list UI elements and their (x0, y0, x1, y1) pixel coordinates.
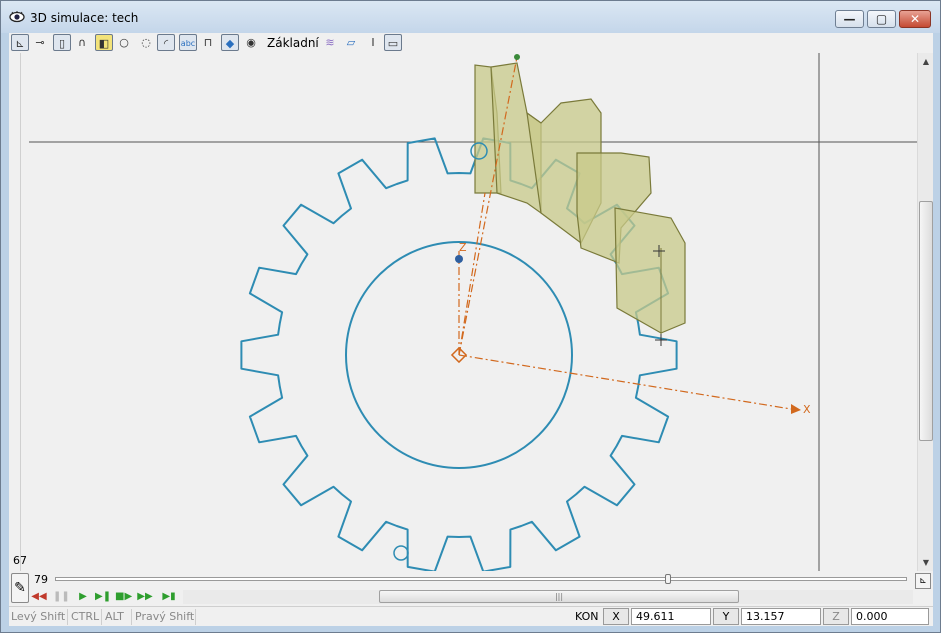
separator (101, 609, 102, 625)
horizontal-scrollbar[interactable]: ||| (183, 590, 913, 604)
solid-icon[interactable]: ◆ (221, 34, 239, 51)
play-to-end-icon[interactable]: ▶▮ (161, 589, 177, 605)
mode-indicator: KON (575, 610, 599, 623)
fast-forward-icon[interactable]: ▶▶ (137, 589, 153, 605)
x-coord-value: 49.611 (631, 608, 711, 625)
minimize-button[interactable]: — (835, 10, 864, 28)
text-icon[interactable]: abc (179, 34, 197, 51)
stock-icon[interactable]: ◧ (95, 34, 113, 51)
tool-path-icon[interactable]: ∩ (73, 34, 91, 51)
timeline-track[interactable] (55, 577, 907, 581)
simulation-window: 3D simulace: tech — ▢ ✕ ⊾ ⊸ ▯ ∩ ◧ ○ ◌ ◜ … (0, 0, 941, 633)
vertical-ruler[interactable] (9, 53, 21, 573)
tool-tip-point (514, 54, 520, 60)
layers-icon[interactable]: ≋ (321, 34, 339, 51)
scroll-down-icon[interactable]: ▼ (919, 556, 933, 570)
key-right-shift: Pravý Shift (135, 610, 195, 623)
marker-circle (393, 545, 409, 561)
vertical-scroll-thumb[interactable] (919, 201, 933, 441)
ruler-toggle-icon[interactable]: ⊾ (915, 573, 931, 589)
close-icon: ✕ (909, 12, 921, 26)
client-area: X Z ▲ ▼ (9, 53, 933, 573)
pin-icon[interactable]: ⊸ (31, 34, 49, 51)
scroll-up-icon[interactable]: ▲ (919, 55, 933, 69)
axis-x-label: X (803, 403, 811, 416)
separator (67, 609, 68, 625)
play-icon[interactable]: ▶ (75, 589, 91, 605)
title-bar[interactable]: 3D simulace: tech — ▢ ✕ (1, 1, 940, 33)
timeline-slider[interactable] (665, 574, 672, 584)
step-forward-icon[interactable]: ▶❚ (95, 589, 111, 605)
axis-point (455, 255, 463, 263)
eye-icon (9, 11, 25, 23)
maximize-button[interactable]: ▢ (867, 10, 896, 28)
minimize-icon: — (843, 12, 856, 26)
fast-play-icon[interactable]: ■▶ (115, 589, 132, 605)
separator (195, 609, 196, 625)
circle-icon[interactable]: ○ (115, 34, 133, 51)
box-icon[interactable]: ▱ (342, 34, 360, 51)
playback-panel: ✎ 79 ⊾ ◀◀ ❚❚ ▶ ▶❚ ■▶ ▶▶ ▶▮ ◂ ||| (9, 571, 933, 606)
view-eye-icon[interactable]: ◉ (242, 34, 260, 51)
key-ctrl: CTRL (71, 610, 100, 623)
side-value: 67 (13, 554, 27, 567)
pause-icon[interactable]: ❚❚ (53, 589, 70, 605)
key-left-shift: Levý Shift (11, 610, 66, 623)
frame-number: 79 (34, 573, 48, 586)
comment-icon[interactable]: ▭ (384, 34, 402, 51)
scene-svg: X Z (29, 53, 917, 573)
separator (131, 609, 132, 625)
height-icon[interactable]: I (364, 34, 382, 51)
z-coord-value: 0.000 (851, 608, 929, 625)
ruler-icon[interactable]: ⊾ (11, 34, 29, 51)
rotate-icon[interactable]: ◌ (137, 34, 155, 51)
y-coord-label: Y (713, 608, 739, 625)
simulation-viewport[interactable]: X Z (21, 53, 917, 573)
toolbar: ⊾ ⊸ ▯ ∩ ◧ ○ ◌ ◜ abc ⊓ ◆ ◉ Základní ≋ ▱ I… (9, 33, 933, 53)
x-coord-label: X (603, 608, 629, 625)
dimension-icon[interactable]: ⊓ (199, 34, 217, 51)
maximize-icon: ▢ (875, 12, 888, 26)
window-title: 3D simulace: tech (30, 11, 139, 25)
axis-z-label: Z (459, 241, 467, 254)
machined-solid (474, 62, 686, 338)
key-alt: ALT (105, 610, 124, 623)
vertical-scrollbar[interactable]: ▲ ▼ (917, 53, 933, 573)
status-bar: Levý Shift CTRL ALT Pravý Shift KON X 49… (9, 606, 933, 626)
z-coord-label: Z (823, 608, 849, 625)
view-mode-label[interactable]: Základní (267, 36, 319, 50)
pencil-icon[interactable]: ✎ (11, 573, 29, 603)
horizontal-scroll-thumb[interactable]: ||| (379, 590, 739, 603)
x-axis-arrow (791, 404, 801, 414)
close-button[interactable]: ✕ (899, 10, 931, 28)
curve-icon[interactable]: ◜ (157, 34, 175, 51)
rewind-icon[interactable]: ◀◀ (31, 589, 47, 605)
y-coord-value: 13.157 (741, 608, 821, 625)
page-icon[interactable]: ▯ (53, 34, 71, 51)
